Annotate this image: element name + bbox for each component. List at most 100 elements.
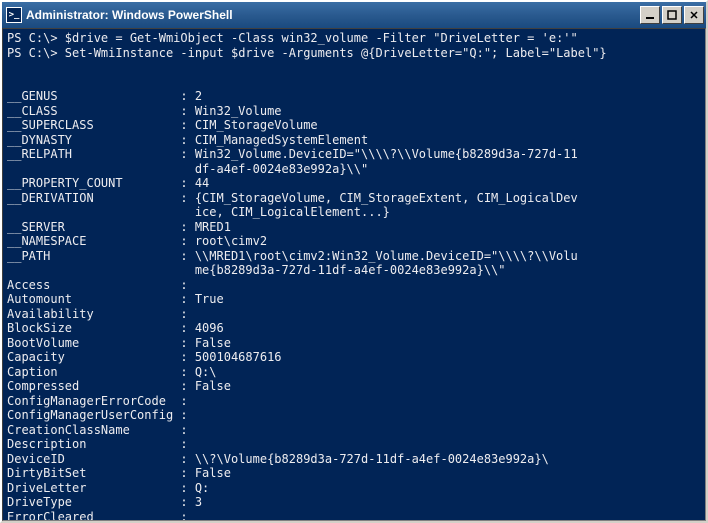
- minimize-button[interactable]: [640, 6, 660, 24]
- property-value: 44: [195, 176, 209, 191]
- property-row: __PROPERTY_COUNT: 44: [7, 176, 701, 191]
- property-value: 4096: [195, 321, 224, 336]
- command-line: PS C:\> $drive = Get-WmiObject -Class wi…: [7, 31, 701, 46]
- property-key: DriveType: [7, 495, 180, 510]
- separator: :: [180, 466, 194, 481]
- property-value: False: [195, 336, 231, 351]
- separator: :: [180, 176, 194, 191]
- separator: :: [180, 191, 194, 206]
- powershell-window: >_ Administrator: Windows PowerShell PS …: [0, 0, 708, 523]
- separator: :: [180, 118, 194, 133]
- property-value: \\?\Volume{b8289d3a-727d-11df-a4ef-0024e…: [195, 452, 549, 467]
- titlebar[interactable]: >_ Administrator: Windows PowerShell: [2, 2, 706, 28]
- property-value: CIM_StorageVolume: [195, 118, 318, 133]
- property-row: __PATH: \\MRED1\root\cimv2:Win32_Volume.…: [7, 249, 701, 264]
- separator: :: [180, 350, 194, 365]
- property-key: __CLASS: [7, 104, 180, 119]
- separator: :: [180, 408, 194, 423]
- property-value: root\cimv2: [195, 234, 267, 249]
- property-key: Capacity: [7, 350, 180, 365]
- property-row: Caption: Q:\: [7, 365, 701, 380]
- property-key: __RELPATH: [7, 147, 180, 162]
- property-row: DriveLetter: Q:: [7, 481, 701, 496]
- separator: :: [180, 147, 194, 162]
- property-value-cont: ice, CIM_LogicalElement...}: [195, 205, 390, 220]
- property-value: Q:: [195, 481, 209, 496]
- property-key: ConfigManagerErrorCode: [7, 394, 180, 409]
- separator: :: [180, 423, 194, 438]
- separator: :: [180, 379, 194, 394]
- wrap-indent: [7, 205, 195, 220]
- separator: :: [180, 89, 194, 104]
- property-row: __SERVER: MRED1: [7, 220, 701, 235]
- separator: :: [180, 234, 194, 249]
- property-wrap: df-a4ef-0024e83e992a}\\": [7, 162, 701, 177]
- property-value: CIM_ManagedSystemElement: [195, 133, 368, 148]
- close-icon: [689, 10, 699, 20]
- property-key: __PROPERTY_COUNT: [7, 176, 180, 191]
- maximize-icon: [667, 10, 677, 20]
- property-key: Access: [7, 278, 180, 293]
- blank-line: [7, 75, 701, 90]
- property-row: Automount: True: [7, 292, 701, 307]
- wrap-indent: [7, 263, 195, 278]
- property-value: True: [195, 292, 224, 307]
- maximize-button[interactable]: [662, 6, 682, 24]
- property-row: BootVolume: False: [7, 336, 701, 351]
- property-row: __DERIVATION: {CIM_StorageVolume, CIM_St…: [7, 191, 701, 206]
- separator: :: [180, 452, 194, 467]
- property-row: DriveType: 3: [7, 495, 701, 510]
- property-value: Win32_Volume: [195, 104, 282, 119]
- command-text: $drive = Get-WmiObject -Class win32_volu…: [65, 31, 578, 46]
- close-button[interactable]: [684, 6, 704, 24]
- property-key: CreationClassName: [7, 423, 180, 438]
- property-row: ConfigManagerUserConfig:: [7, 408, 701, 423]
- property-key: __DYNASTY: [7, 133, 180, 148]
- property-value: \\MRED1\root\cimv2:Win32_Volume.DeviceID…: [195, 249, 578, 264]
- property-row: Availability:: [7, 307, 701, 322]
- property-key: Availability: [7, 307, 180, 322]
- powershell-icon: >_: [6, 7, 22, 23]
- property-value: Win32_Volume.DeviceID="\\\\?\\Volume{b82…: [195, 147, 578, 162]
- separator: :: [180, 321, 194, 336]
- command-text: Set-WmiInstance -input $drive -Arguments…: [65, 46, 607, 61]
- property-value: False: [195, 466, 231, 481]
- property-value-cont: df-a4ef-0024e83e992a}\\": [195, 162, 368, 177]
- minimize-icon: [645, 10, 655, 20]
- property-key: __SUPERCLASS: [7, 118, 180, 133]
- separator: :: [180, 104, 194, 119]
- property-value: MRED1: [195, 220, 231, 235]
- blank-line: [7, 60, 701, 75]
- property-row: __RELPATH: Win32_Volume.DeviceID="\\\\?\…: [7, 147, 701, 162]
- property-value: Q:\: [195, 365, 217, 380]
- separator: :: [180, 133, 194, 148]
- separator: :: [180, 220, 194, 235]
- property-key: __DERIVATION: [7, 191, 180, 206]
- command-line: PS C:\> Set-WmiInstance -input $drive -A…: [7, 46, 701, 61]
- separator: :: [180, 495, 194, 510]
- console-output[interactable]: PS C:\> $drive = Get-WmiObject -Class wi…: [2, 28, 706, 521]
- prompt: PS C:\>: [7, 31, 65, 46]
- property-row: BlockSize: 4096: [7, 321, 701, 336]
- property-key: __NAMESPACE: [7, 234, 180, 249]
- property-key: BlockSize: [7, 321, 180, 336]
- property-key: BootVolume: [7, 336, 180, 351]
- window-title: Administrator: Windows PowerShell: [26, 8, 640, 22]
- property-key: ErrorCleared: [7, 510, 180, 522]
- separator: :: [180, 394, 194, 409]
- property-row: __GENUS: 2: [7, 89, 701, 104]
- property-key: DriveLetter: [7, 481, 180, 496]
- property-row: Compressed: False: [7, 379, 701, 394]
- property-key: ConfigManagerUserConfig: [7, 408, 180, 423]
- separator: :: [180, 307, 194, 322]
- property-key: DirtyBitSet: [7, 466, 180, 481]
- separator: :: [180, 365, 194, 380]
- property-row: ErrorCleared:: [7, 510, 701, 522]
- separator: :: [180, 249, 194, 264]
- separator: :: [180, 278, 194, 293]
- property-value: 500104687616: [195, 350, 282, 365]
- property-row: CreationClassName:: [7, 423, 701, 438]
- property-row: ConfigManagerErrorCode:: [7, 394, 701, 409]
- property-key: Automount: [7, 292, 180, 307]
- property-row: __DYNASTY: CIM_ManagedSystemElement: [7, 133, 701, 148]
